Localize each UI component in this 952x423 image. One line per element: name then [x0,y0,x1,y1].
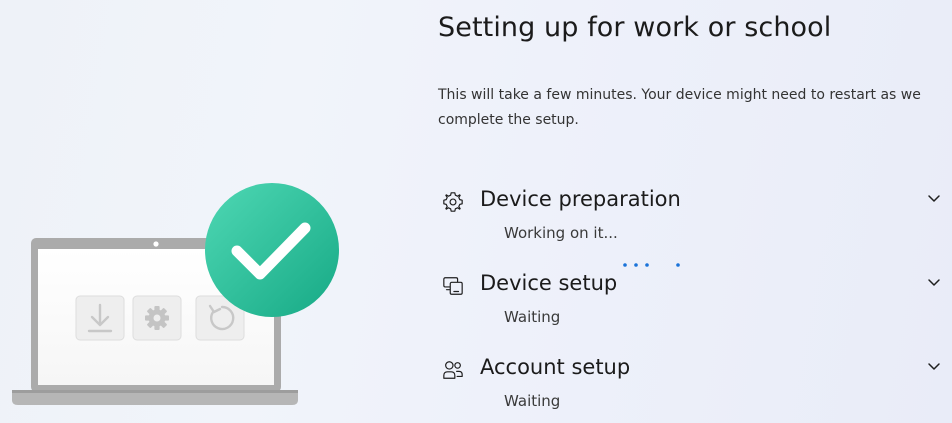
step-title: Device preparation [480,187,681,211]
download-icon [75,295,125,341]
laptop-illustration [12,183,339,405]
step-title: Account setup [480,355,631,379]
illustration-panel [0,0,410,423]
page-description: This will take a few minutes. Your devic… [438,83,952,133]
step-device-preparation[interactable]: Device preparation Working on it... [438,187,952,253]
main-content: Setting up for work or school This will … [438,0,952,423]
gear-icon [443,192,463,212]
step-title: Device setup [480,271,618,295]
step-status: Waiting [504,308,561,326]
step-status: Waiting [504,392,561,410]
step-status: Working on it... [504,224,618,242]
step-device-setup[interactable]: Device setup Waiting [438,271,952,337]
progress-dots [623,263,680,267]
chevron-down-icon[interactable] [922,355,946,379]
people-icon [443,361,463,379]
checkmark-icon [205,183,339,317]
chevron-down-icon[interactable] [922,187,946,211]
oobe-screen: Setting up for work or school This will … [0,0,952,423]
device-setup-icon [443,277,463,295]
settings-icon [132,295,182,341]
step-account-setup[interactable]: Account setup Waiting [438,355,952,421]
page-title: Setting up for work or school [438,12,832,43]
chevron-down-icon[interactable] [922,271,946,295]
description-line-2: complete the setup. [438,112,579,128]
description-line-1: This will take a few minutes. Your devic… [438,87,921,103]
